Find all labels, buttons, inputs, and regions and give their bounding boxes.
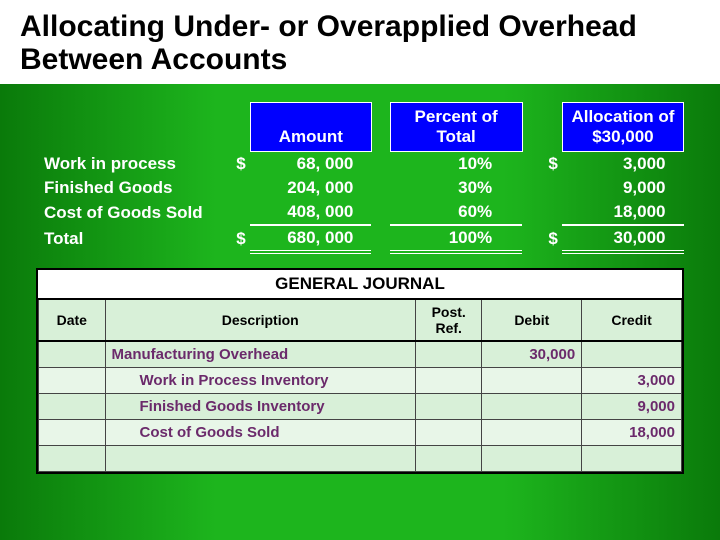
jh-ref: Post. Ref. — [415, 299, 482, 341]
alloc-row: Work in process $ 68, 000 10% $ 3,000 — [36, 152, 684, 177]
journal-title: GENERAL JOURNAL — [39, 270, 682, 299]
journal-row: Cost of Goods Sold 18,000 — [39, 419, 682, 445]
journal-row — [39, 445, 682, 471]
allocation-table: Amount Percent of Total Allocation of $3… — [36, 102, 684, 254]
general-journal: GENERAL JOURNAL Date Description Post. R… — [36, 268, 684, 474]
jh-date: Date — [39, 299, 106, 341]
slide-title-box: Allocating Under- or Overapplied Overhea… — [0, 0, 720, 84]
journal-row: Work in Process Inventory 3,000 — [39, 367, 682, 393]
jh-credit: Credit — [582, 299, 682, 341]
journal-header-row: Date Description Post. Ref. Debit Credit — [39, 299, 682, 341]
col-percent: Percent of Total — [390, 103, 522, 152]
alloc-row: Cost of Goods Sold 408, 000 60% 18,000 — [36, 200, 684, 225]
col-allocation: Allocation of $30,000 — [562, 103, 683, 152]
col-amount: Amount — [250, 103, 371, 152]
alloc-row: Finished Goods 204, 000 30% 9,000 — [36, 176, 684, 200]
alloc-total-row: Total $ 680, 000 100% $ 30,000 — [36, 225, 684, 252]
journal-row: Manufacturing Overhead 30,000 — [39, 341, 682, 367]
jh-desc: Description — [105, 299, 415, 341]
journal-row: Finished Goods Inventory 9,000 — [39, 393, 682, 419]
allocation-header-row: Amount Percent of Total Allocation of $3… — [36, 103, 684, 152]
jh-debit: Debit — [482, 299, 582, 341]
slide-title: Allocating Under- or Overapplied Overhea… — [20, 10, 700, 76]
